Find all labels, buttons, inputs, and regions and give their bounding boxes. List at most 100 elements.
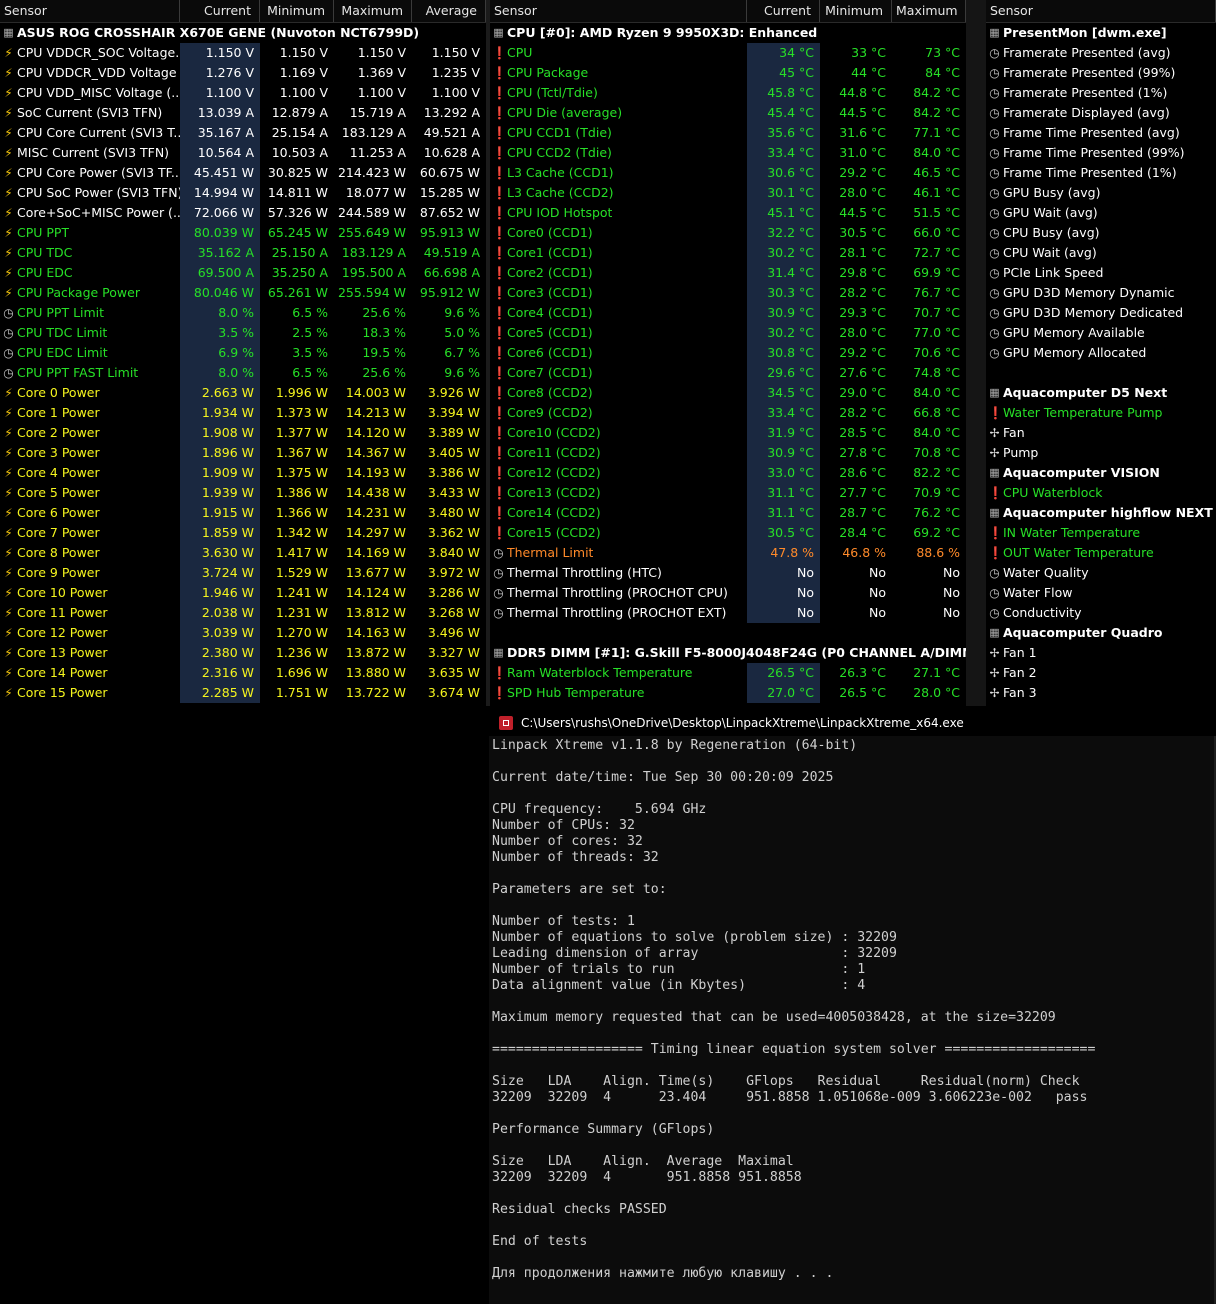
sensor-group-row[interactable]: ▦ Aquacomputer Quadro <box>986 623 1216 643</box>
sensor-group-row[interactable]: ▦ Aquacomputer D5 Next <box>986 383 1216 403</box>
sensor-row[interactable]: ⚡ CPU Package Power 80.046 W 65.261 W 255.59… <box>0 283 486 303</box>
sensor-row[interactable]: ⚡ Core 13 Power 2.380 W 1.236 W 13.872 W 3.32… <box>0 643 486 663</box>
sensor-row[interactable]: ❗ Core15 (CCD2) 30.5 °C 28.4 °C 69.2 °C <box>490 523 966 543</box>
column-header-maximum[interactable]: Maximum <box>892 0 966 22</box>
panel-divider[interactable] <box>966 0 986 706</box>
sensor-row[interactable]: ⚡ CPU PPT 80.039 W 65.245 W 255.649 W 95.913 … <box>0 223 486 243</box>
sensor-group-row[interactable]: ▦ ASUS ROG CROSSHAIR X670E GENE (Nuvoton … <box>0 23 486 43</box>
sensor-row[interactable]: ❗ CPU Package 45 °C 44 °C 84 °C <box>490 63 966 83</box>
sensor-row[interactable]: ◷ Thermal Throttling (HTC) No No No <box>490 563 966 583</box>
sensor-row[interactable]: ✢ Fan <box>986 423 1216 443</box>
sensor-row[interactable]: ❗ SPD Hub Temperature 27.0 °C 26.5 °C 28.0 °… <box>490 683 966 703</box>
sensor-row[interactable]: ◷ GPU Busy (avg) <box>986 183 1216 203</box>
sensor-row[interactable]: ◷ Thermal Limit 47.8 % 46.8 % 88.6 % <box>490 543 966 563</box>
sensor-row[interactable]: ❗ L3 Cache (CCD1) 30.6 °C 29.2 °C 46.5 °C <box>490 163 966 183</box>
column-header-sensor[interactable]: Sensor <box>0 0 180 22</box>
sensor-row[interactable]: ◷ GPU Memory Allocated <box>986 343 1216 363</box>
sensor-row[interactable]: ⚡ Core 7 Power 1.859 W 1.342 W 14.297 W 3.362… <box>0 523 486 543</box>
sensor-row[interactable]: ❗ Ram Waterblock Temperature 26.5 °C 26.3 °… <box>490 663 966 683</box>
sensor-row[interactable]: ✢ Pump <box>986 443 1216 463</box>
sensor-row[interactable]: ⚡ CPU VDDCR_SOC Voltage... 1.150 V 1.150 V1… <box>0 43 486 63</box>
sensor-row[interactable]: ❗ CPU CCD2 (Tdie) 33.4 °C 31.0 °C 84.0 °C <box>490 143 966 163</box>
sensor-row[interactable]: ❗ Core9 (CCD2) 33.4 °C 28.2 °C 66.8 °C <box>490 403 966 423</box>
sensor-row[interactable]: ⚡ Core 0 Power 2.663 W 1.996 W 14.003 W 3.926… <box>0 383 486 403</box>
sensor-row[interactable]: ⚡ Core 2 Power 1.908 W 1.377 W 14.120 W 3.389… <box>0 423 486 443</box>
sensor-group-row[interactable]: ▦ Aquacomputer highflow NEXT <box>986 503 1216 523</box>
sensor-row[interactable]: ❗ Core12 (CCD2) 33.0 °C 28.6 °C 82.2 °C <box>490 463 966 483</box>
sensor-row[interactable]: ◷ Framerate Presented (avg) <box>986 43 1216 63</box>
sensor-row[interactable]: ❗ Core13 (CCD2) 31.1 °C 27.7 °C 70.9 °C <box>490 483 966 503</box>
sensor-row[interactable]: ⚡ Core+SoC+MISC Power (... 72.066 W 57.326 … <box>0 203 486 223</box>
sensor-row[interactable]: ⚡ Core 3 Power 1.896 W 1.367 W 14.367 W 3.405… <box>0 443 486 463</box>
sensor-row[interactable]: ❗ CPU CCD1 (Tdie) 35.6 °C 31.6 °C 77.1 °C <box>490 123 966 143</box>
sensor-row[interactable]: ⚡ Core 4 Power 1.909 W 1.375 W 14.193 W 3.386… <box>0 463 486 483</box>
sensor-row[interactable]: ◷ CPU Busy (avg) <box>986 223 1216 243</box>
column-header-sensor[interactable]: Sensor <box>986 0 1216 22</box>
sensor-row[interactable]: ❗ Core11 (CCD2) 30.9 °C 27.8 °C 70.8 °C <box>490 443 966 463</box>
sensor-row[interactable]: ◷ GPU D3D Memory Dedicated <box>986 303 1216 323</box>
sensor-row[interactable]: ⚡ Core 11 Power 2.038 W 1.231 W 13.812 W 3.26… <box>0 603 486 623</box>
sensor-row[interactable]: ⚡ CPU Core Power (SVI3 TF... 45.451 W 30.82… <box>0 163 486 183</box>
sensor-row[interactable]: ❗ IN Water Temperature <box>986 523 1216 543</box>
sensor-row[interactable]: ⚡ Core 1 Power 1.934 W 1.373 W 14.213 W 3.394… <box>0 403 486 423</box>
sensor-row[interactable]: ◷ GPU Wait (avg) <box>986 203 1216 223</box>
column-header-average[interactable]: Average <box>412 0 486 22</box>
sensor-row[interactable]: ⚡ Core 10 Power 1.946 W 1.241 W 14.124 W 3.28… <box>0 583 486 603</box>
sensor-row[interactable]: ❗ CPU (Tctl/Tdie) 45.8 °C 44.8 °C 84.2 °C <box>490 83 966 103</box>
sensor-row[interactable]: ◷ Framerate Presented (1%) <box>986 83 1216 103</box>
sensor-row[interactable]: ⚡ SoC Current (SVI3 TFN) 13.039 A 12.879 A 1… <box>0 103 486 123</box>
sensor-row[interactable]: ◷ Water Flow <box>986 583 1216 603</box>
sensor-row[interactable]: ❗ Core1 (CCD1) 30.2 °C 28.1 °C 72.7 °C <box>490 243 966 263</box>
sensor-row[interactable]: ⚡ CPU TDC 35.162 A 25.150 A 183.129 A 49.519 … <box>0 243 486 263</box>
sensor-row[interactable]: ⚡ CPU SoC Power (SVI3 TFN) 14.994 W 14.811 … <box>0 183 486 203</box>
sensor-row[interactable]: ❗ Core8 (CCD2) 34.5 °C 29.0 °C 84.0 °C <box>490 383 966 403</box>
column-header-minimum[interactable]: Minimum <box>820 0 892 22</box>
sensor-row[interactable]: ❗ Water Temperature Pump <box>986 403 1216 423</box>
sensor-group-row[interactable]: ▦ Aquacomputer VISION <box>986 463 1216 483</box>
sensor-row[interactable]: ⚡ CPU EDC 69.500 A 35.250 A 195.500 A 66.698 … <box>0 263 486 283</box>
sensor-row[interactable]: ⚡ Core 6 Power 1.915 W 1.366 W 14.231 W 3.480… <box>0 503 486 523</box>
sensor-row[interactable]: ⚡ Core 12 Power 3.039 W 1.270 W 14.163 W 3.49… <box>0 623 486 643</box>
sensor-row[interactable]: ❗ Core7 (CCD1) 29.6 °C 27.6 °C 74.8 °C <box>490 363 966 383</box>
sensor-row[interactable]: ⚡ Core 9 Power 3.724 W 1.529 W 13.677 W 3.972… <box>0 563 486 583</box>
sensor-row[interactable]: ◷ Thermal Throttling (PROCHOT CPU) No No No <box>490 583 966 603</box>
sensor-row[interactable]: ⚡ Core 15 Power 2.285 W 1.751 W 13.722 W 3.67… <box>0 683 486 703</box>
sensor-row[interactable]: ◷ CPU TDC Limit 3.5 % 2.5 % 18.3 % 5.0 % <box>0 323 486 343</box>
sensor-row[interactable]: ◷ PCIe Link Speed <box>986 263 1216 283</box>
sensor-row[interactable]: ⚡ Core 5 Power 1.939 W 1.386 W 14.438 W 3.433… <box>0 483 486 503</box>
sensor-row[interactable]: ⚡ Core 8 Power 3.630 W 1.417 W 14.169 W 3.840… <box>0 543 486 563</box>
sensor-row[interactable]: ⚡ CPU Core Current (SVI3 T... 35.167 A 25.1… <box>0 123 486 143</box>
sensor-row[interactable]: ❗ CPU IOD Hotspot 45.1 °C 44.5 °C 51.5 °C <box>490 203 966 223</box>
console-title-bar[interactable]: C:\Users\rushs\OneDrive\Desktop\LinpackX… <box>489 710 1216 736</box>
column-header-current[interactable]: Current <box>747 0 820 22</box>
sensor-row[interactable]: ❗ Core0 (CCD1) 32.2 °C 30.5 °C 66.0 °C <box>490 223 966 243</box>
sensor-row[interactable]: ❗ CPU 34 °C 33 °C 73 °C <box>490 43 966 63</box>
sensor-row[interactable]: ◷ CPU PPT Limit 8.0 % 6.5 % 25.6 % 9.6 % <box>0 303 486 323</box>
sensor-row[interactable]: ◷ Water Quality <box>986 563 1216 583</box>
sensor-row[interactable]: ◷ Framerate Displayed (avg) <box>986 103 1216 123</box>
sensor-row[interactable]: ◷ CPU Wait (avg) <box>986 243 1216 263</box>
sensor-group-row[interactable]: ▦ PresentMon [dwm.exe] <box>986 23 1216 43</box>
sensor-row[interactable]: ❗ Core3 (CCD1) 30.3 °C 28.2 °C 76.7 °C <box>490 283 966 303</box>
sensor-row[interactable]: ❗ Core2 (CCD1) 31.4 °C 29.8 °C 69.9 °C <box>490 263 966 283</box>
sensor-row[interactable]: ❗ Core4 (CCD1) 30.9 °C 29.3 °C 70.7 °C <box>490 303 966 323</box>
sensor-row[interactable]: ✢ Fan 2 <box>986 663 1216 683</box>
sensor-row[interactable]: ❗ Core6 (CCD1) 30.8 °C 29.2 °C 70.6 °C <box>490 343 966 363</box>
sensor-row[interactable]: ❗ Core10 (CCD2) 31.9 °C 28.5 °C 84.0 °C <box>490 423 966 443</box>
sensor-row[interactable]: ◷ GPU Memory Available <box>986 323 1216 343</box>
sensor-row[interactable]: ❗ CPU Die (average) 45.4 °C 44.5 °C 84.2 °C <box>490 103 966 123</box>
sensor-row[interactable]: ❗ OUT Water Temperature <box>986 543 1216 563</box>
sensor-row[interactable]: ❗ L3 Cache (CCD2) 30.1 °C 28.0 °C 46.1 °C <box>490 183 966 203</box>
sensor-row[interactable]: ⚡ CPU VDD_MISC Voltage (... 1.100 V 1.100 V… <box>0 83 486 103</box>
console-window[interactable]: C:\Users\rushs\OneDrive\Desktop\LinpackX… <box>489 710 1216 1304</box>
column-header-current[interactable]: Current <box>180 0 260 22</box>
sensor-row[interactable]: ◷ Conductivity <box>986 603 1216 623</box>
sensor-row[interactable]: ✢ Fan 3 <box>986 683 1216 703</box>
sensor-row[interactable]: ◷ Thermal Throttling (PROCHOT EXT) No No No <box>490 603 966 623</box>
column-header-maximum[interactable]: Maximum <box>334 0 412 22</box>
sensor-row[interactable]: ◷ CPU EDC Limit 6.9 % 3.5 % 19.5 % 6.7 % <box>0 343 486 363</box>
sensor-row[interactable]: ◷ Frame Time Presented (avg) <box>986 123 1216 143</box>
sensor-row[interactable]: ◷ Frame Time Presented (99%) <box>986 143 1216 163</box>
sensor-group-row[interactable]: ▦ CPU [#0]: AMD Ryzen 9 9950X3D: Enhanced <box>490 23 966 43</box>
sensor-row[interactable]: ◷ Framerate Presented (99%) <box>986 63 1216 83</box>
